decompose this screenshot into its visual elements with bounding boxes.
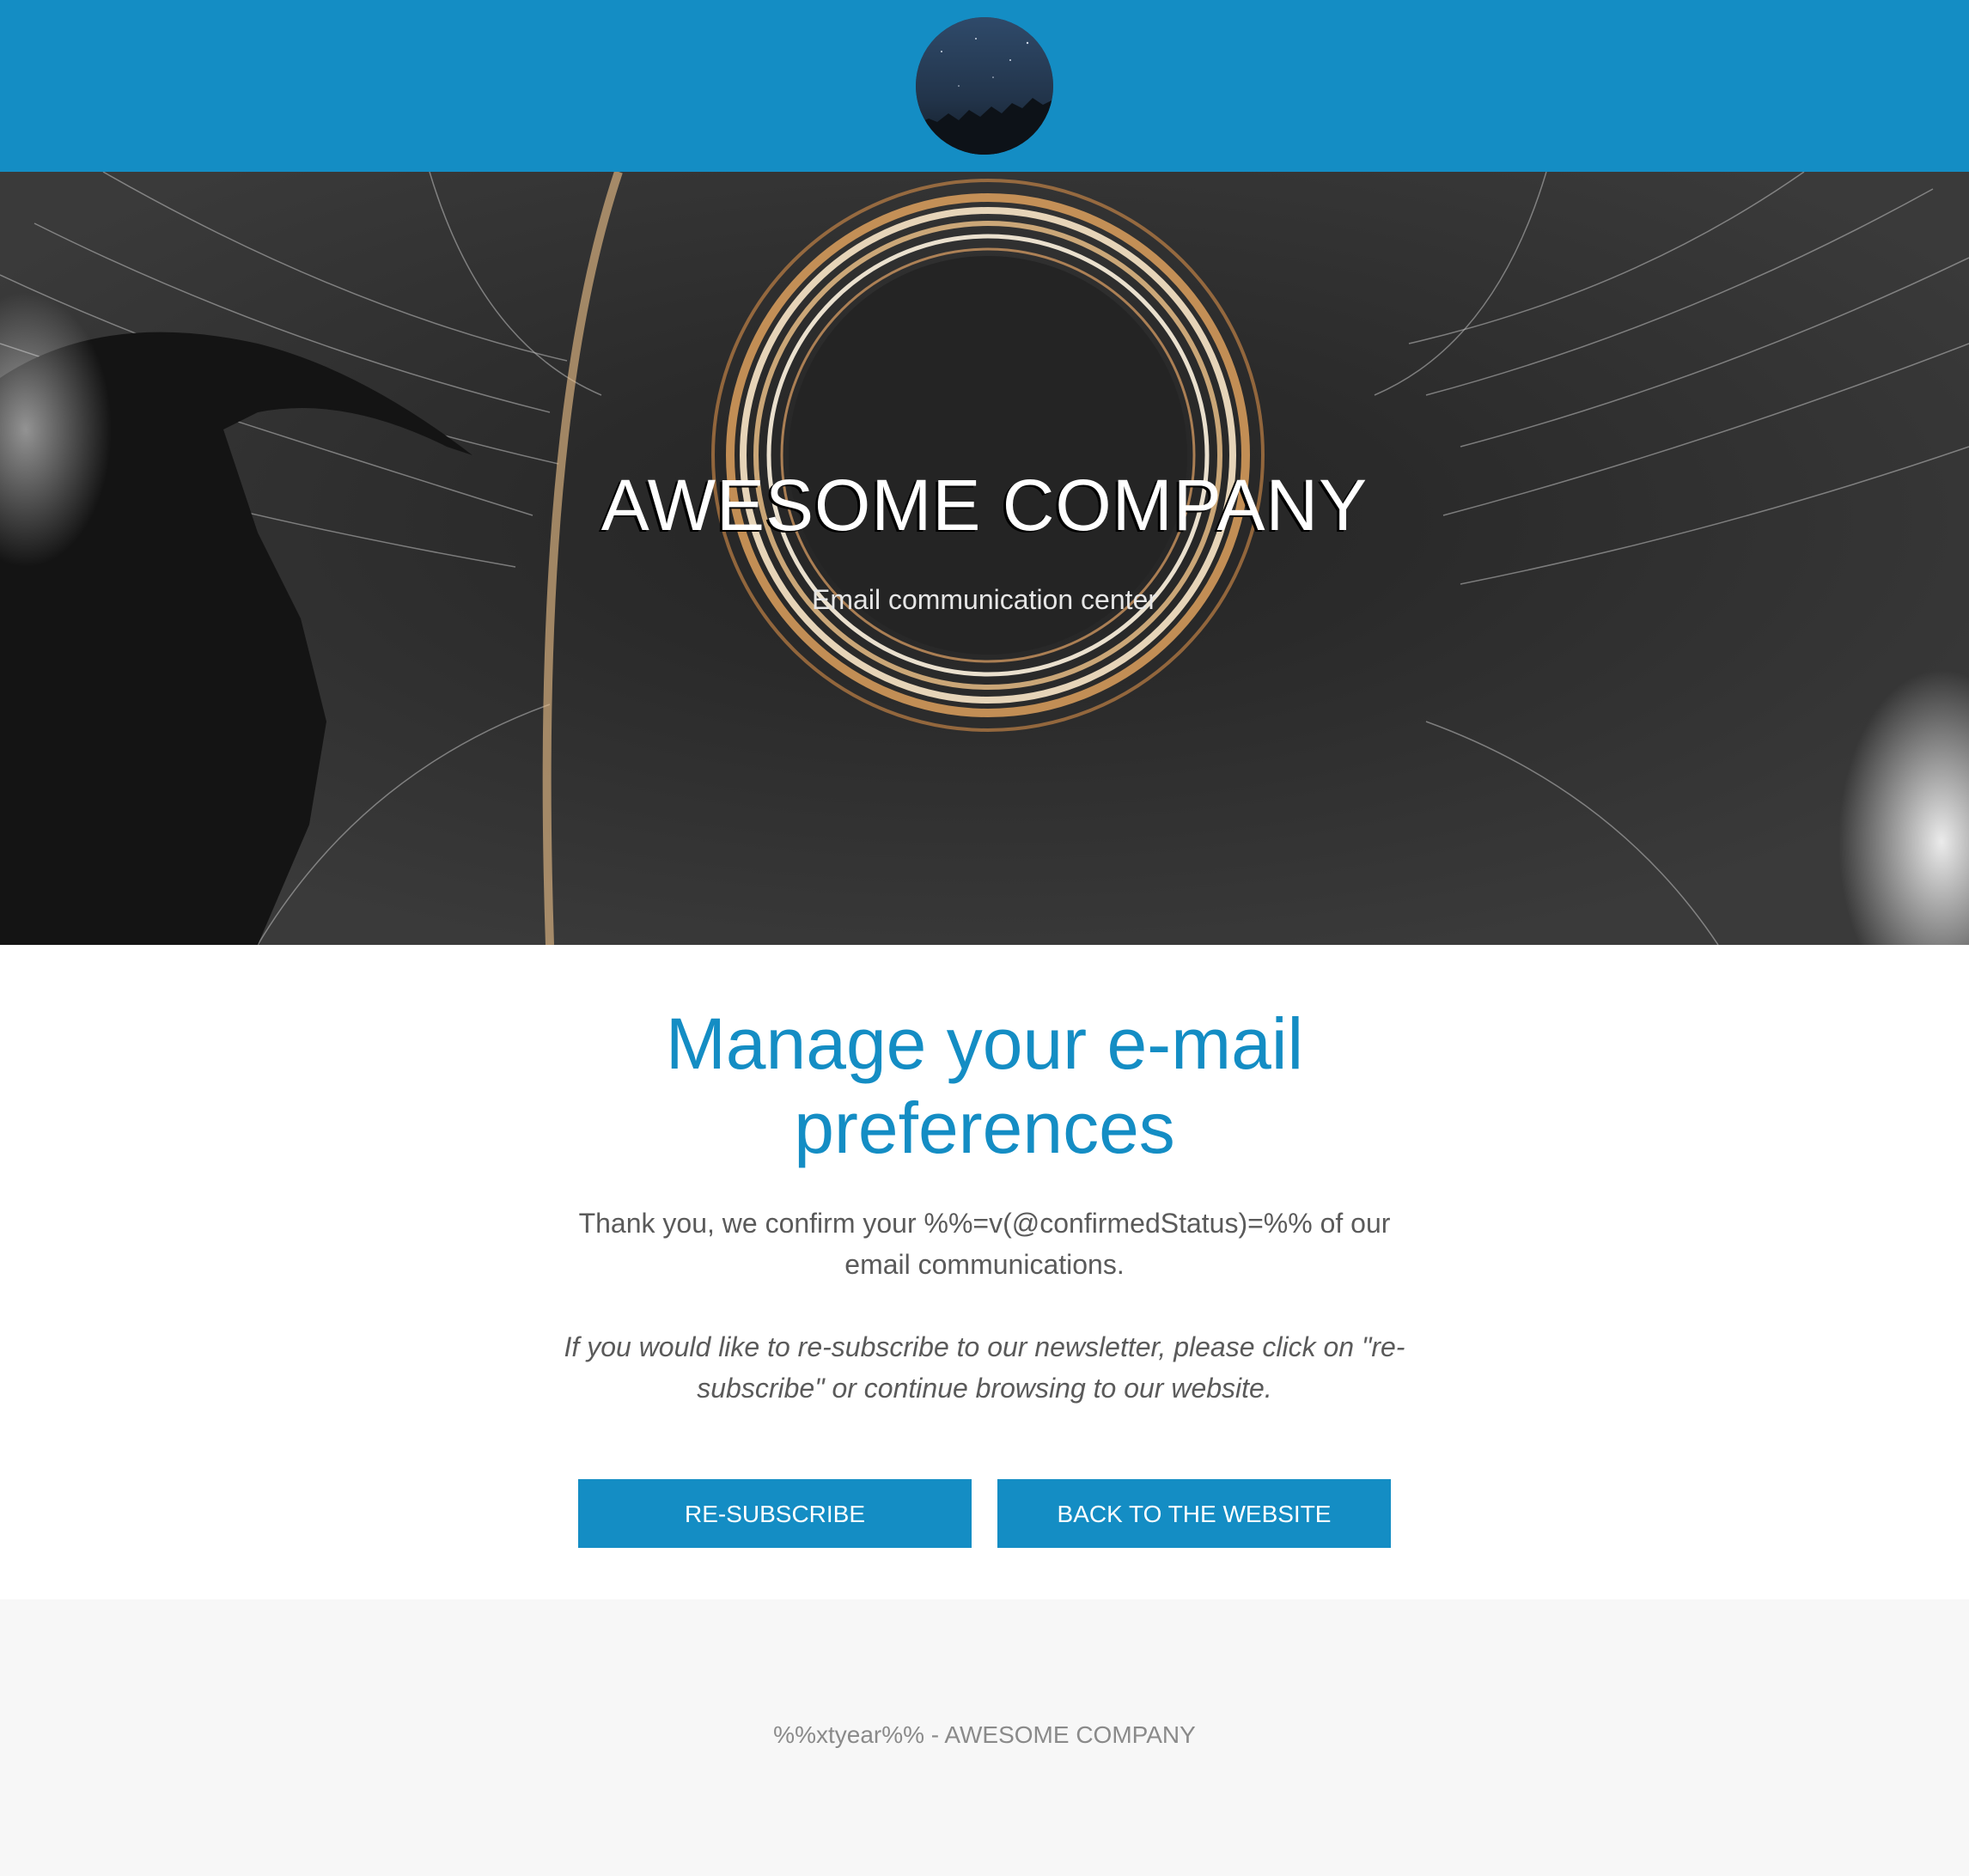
hero-banner: AWESOME COMPANY Email communication cent… (0, 172, 1969, 945)
logo-graphic (916, 17, 1053, 155)
main-content: Manage your e-mail preferences Thank you… (0, 945, 1969, 1599)
footer: %%xtyear%% - AWESOME COMPANY (0, 1599, 1969, 1876)
resubscribe-button[interactable]: RE-SUBSCRIBE (578, 1479, 972, 1548)
back-to-website-button[interactable]: BACK TO THE WEBSITE (997, 1479, 1391, 1548)
header-bar (0, 0, 1969, 172)
page-heading: Manage your e-mail preferences (665, 1003, 1304, 1168)
light-painting-sparks-circle-image (0, 172, 1969, 945)
footer-copyright: %%xtyear%% - AWESOME COMPANY (773, 1721, 1196, 1748)
confirmation-text: Thank you, we confirm your %%=v(@confirm… (578, 1208, 1391, 1280)
hero-title: AWESOME COMPANY (600, 465, 1369, 545)
resubscribe-info-text: If you would like to re-subscribe to our… (564, 1331, 1405, 1404)
hero-subtitle: Email communication center (812, 584, 1157, 615)
night-sky-avatar-icon[interactable] (916, 17, 1053, 155)
